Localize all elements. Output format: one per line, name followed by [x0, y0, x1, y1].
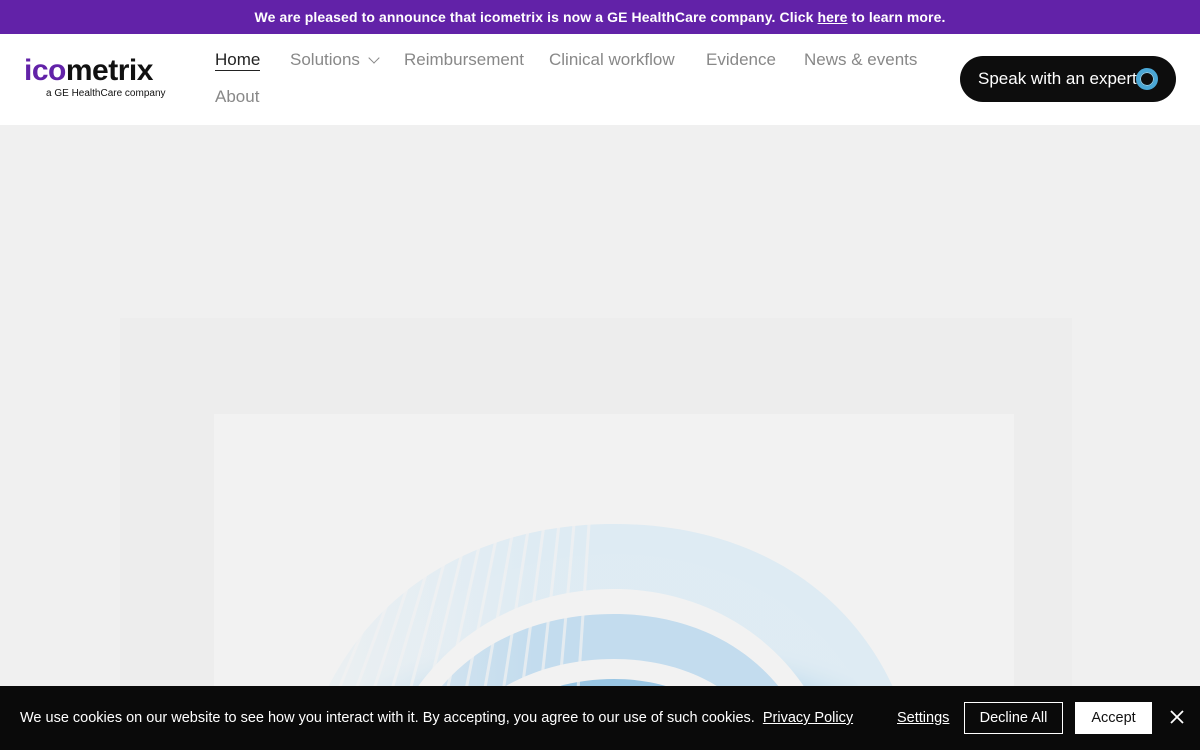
announcement-bar: We are pleased to announce that icometri… [0, 0, 1200, 34]
close-icon[interactable] [1166, 706, 1188, 728]
nav-item-news-events[interactable]: News & events [804, 50, 917, 70]
accept-button[interactable]: Accept [1075, 702, 1152, 734]
nav-item-clinical-workflow[interactable]: Clinical workflow [549, 50, 675, 70]
nav-item-home[interactable]: Home [215, 50, 261, 71]
speak-with-expert-button[interactable]: Speak with an expert [960, 56, 1176, 102]
nav-item-evidence[interactable]: Evidence [706, 50, 776, 70]
logo-tagline: a GE HealthCare company [46, 88, 166, 99]
announcement-link[interactable]: here [818, 9, 848, 25]
icometrix-logo[interactable]: icometrix a GE HealthCare company [24, 54, 166, 104]
announcement-suffix: to learn more. [851, 9, 946, 25]
site-header: icometrix a GE HealthCare company Home S… [0, 34, 1200, 125]
logo-wordmark: icometrix [24, 54, 153, 87]
cookie-settings-link[interactable]: Settings [897, 710, 949, 726]
announcement-text: We are pleased to announce that icometri… [254, 9, 814, 25]
ring-logo-icon [1136, 68, 1158, 90]
nav-item-solutions[interactable]: Solutions [290, 50, 380, 70]
cookie-banner: We use cookies on our website to see how… [0, 686, 1200, 750]
cookie-message: We use cookies on our website to see how… [20, 710, 854, 726]
privacy-policy-link[interactable]: Privacy Policy [763, 710, 853, 726]
nav-item-about[interactable]: About [215, 87, 259, 107]
nav-item-reimbursement[interactable]: Reimbursement [404, 50, 524, 70]
cta-label: Speak with an expert [978, 69, 1137, 88]
chevron-down-icon [368, 52, 380, 64]
decline-all-button[interactable]: Decline All [964, 702, 1063, 734]
